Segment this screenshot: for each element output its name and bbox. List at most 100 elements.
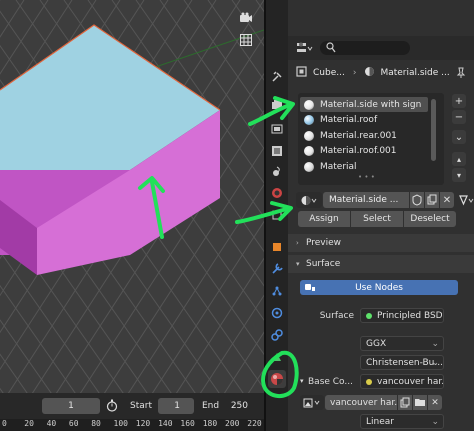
material-slot-label: Material.side with sign — [320, 99, 422, 110]
search-input[interactable] — [320, 41, 410, 55]
stopwatch-icon[interactable] — [106, 399, 118, 415]
distribution-dropdown[interactable]: GGX ⌄ — [360, 336, 444, 351]
interpolation-dropdown[interactable]: Linear ⌄ — [360, 414, 444, 429]
scene-tab-icon[interactable] — [268, 162, 286, 180]
unlink-image-button[interactable]: ✕ — [428, 395, 442, 410]
object-tab-icon[interactable] — [268, 238, 286, 256]
properties-tab-bar — [266, 0, 288, 431]
material-tab-icon[interactable] — [268, 370, 286, 388]
material-slot-item[interactable]: Material.side with sign — [300, 97, 428, 112]
modifier-tab-icon[interactable] — [268, 260, 286, 278]
base-color-value: vancouver har... — [377, 376, 444, 387]
color-socket-icon — [366, 378, 372, 385]
surface-section-header[interactable]: ▾ Surface — [288, 255, 474, 273]
view-layer-tab-icon[interactable] — [268, 142, 286, 160]
material-slot-item[interactable]: Material.roof.001 — [300, 144, 428, 159]
ruler-tick-label: 40 — [46, 419, 57, 428]
ruler-tick-label: 180 — [202, 419, 218, 428]
remove-slot-button[interactable]: − — [452, 110, 466, 124]
base-color-expand-icon[interactable]: ▾ — [300, 377, 304, 385]
breadcrumb-material: Material.side ... — [380, 68, 450, 78]
assign-button[interactable]: Assign — [298, 211, 350, 227]
ruler-tick-label: 160 — [180, 419, 195, 428]
distribution-value: GGX — [366, 338, 387, 349]
material-sphere-icon — [304, 161, 314, 172]
use-nodes-button[interactable]: Use Nodes — [300, 280, 458, 295]
ruler-tick-label: 20 — [24, 419, 34, 428]
open-image-folder-button[interactable] — [413, 395, 427, 410]
ruler-tick-label: 140 — [158, 419, 173, 428]
browse-material-button[interactable] — [296, 192, 322, 208]
3d-viewport[interactable]: 1 Start 1 End 250 0 20 40 60 80 100 120 140 160 1… — [0, 0, 264, 431]
list-resize-handle[interactable]: • • • — [358, 173, 375, 181]
frame-ruler[interactable]: 020406080100120140160180200220240 — [0, 419, 264, 431]
render-tab-icon[interactable] — [268, 96, 286, 114]
material-slot-item[interactable]: Material.rear.001 — [300, 128, 428, 143]
link-mode-icon[interactable] — [458, 192, 474, 208]
dropdown-arrow-icon: ⌄ — [431, 338, 439, 349]
preview-section-header[interactable]: › Preview — [288, 234, 474, 252]
preview-section-label: Preview — [306, 238, 342, 248]
material-sphere-icon — [304, 130, 314, 141]
dropdown-arrow-icon: ⌄ — [431, 416, 439, 427]
material-slot-list[interactable]: Material.side with sign Material.roof Mate… — [298, 93, 444, 185]
material-sphere-icon — [304, 99, 314, 110]
search-icon — [326, 42, 336, 56]
surface-shader-field[interactable]: Principled BSDF — [360, 308, 444, 323]
unlink-material-button[interactable]: ✕ — [440, 192, 454, 208]
move-slot-down-button[interactable]: ▾ — [452, 168, 466, 182]
duplicate-material-button[interactable] — [425, 192, 439, 208]
world-tab-icon[interactable] — [268, 184, 286, 202]
breadcrumb-separator: › — [352, 68, 357, 78]
expanded-arrow-icon: ▾ — [296, 260, 300, 268]
surface-section-label: Surface — [306, 259, 341, 269]
material-slot-item[interactable]: Material.roof — [300, 113, 428, 128]
properties-header — [288, 36, 474, 60]
data-tab-icon[interactable] — [268, 348, 286, 366]
material-slot-label: Material — [320, 161, 357, 172]
ruler-tick-label: 100 — [113, 419, 128, 428]
camera-icon[interactable] — [236, 8, 256, 28]
select-button[interactable]: Select — [351, 211, 403, 227]
breadcrumb: Cube... › Material.side ... — [288, 60, 474, 86]
add-slot-button[interactable]: + — [452, 94, 466, 108]
material-sphere-icon — [364, 66, 375, 80]
browse-image-button[interactable] — [300, 395, 324, 410]
material-slot-label: Material.roof.001 — [320, 146, 397, 156]
start-frame-field[interactable]: 1 — [158, 398, 194, 414]
dropdown-arrow-icon: ⌄ — [431, 357, 439, 368]
surface-label: Surface — [319, 311, 354, 321]
slot-specials-button[interactable]: ⌄ — [452, 130, 466, 144]
material-selector-row: Material.side ... ✕ — [296, 191, 474, 209]
viewport-scene — [0, 0, 264, 393]
surface-shader-value: Principled BSDF — [377, 310, 444, 321]
material-sphere-icon — [304, 146, 314, 156]
current-frame-field[interactable]: 1 — [42, 398, 100, 414]
material-slot-item[interactable]: Material — [300, 159, 428, 174]
editor-type-icon[interactable] — [296, 41, 314, 58]
material-name-field[interactable]: Material.side ... — [323, 192, 409, 208]
deselect-button[interactable]: Deselect — [404, 211, 456, 227]
duplicate-image-button[interactable] — [398, 395, 412, 410]
end-frame-field[interactable]: 250 — [222, 398, 262, 414]
collection-tab-icon[interactable] — [268, 206, 286, 224]
grid-icon[interactable] — [236, 30, 256, 50]
particles-tab-icon[interactable] — [268, 282, 286, 300]
move-slot-up-button[interactable]: ▴ — [452, 152, 466, 166]
output-tab-icon[interactable] — [268, 120, 286, 138]
ruler-tick-label: 80 — [91, 419, 101, 428]
ruler-tick-label: 60 — [68, 419, 79, 428]
slot-list-scrollbar[interactable] — [431, 99, 436, 161]
image-name-field[interactable]: vancouver har... — [325, 395, 397, 410]
base-color-input[interactable]: vancouver har... — [360, 374, 444, 389]
timeline-header: 1 Start 1 End 250 0 20 40 60 80 100 120 140 160 1… — [0, 393, 264, 431]
use-nodes-label: Use Nodes — [355, 282, 403, 293]
base-color-label: Base Co... — [308, 377, 353, 387]
node-tree-icon — [304, 282, 316, 296]
tool-tab-icon[interactable] — [268, 68, 286, 86]
subsurface-method-dropdown[interactable]: Christensen-Bu... ⌄ — [360, 355, 444, 370]
constraints-tab-icon[interactable] — [268, 326, 286, 344]
fake-user-button[interactable] — [410, 192, 424, 208]
pin-icon[interactable] — [456, 67, 466, 82]
physics-tab-icon[interactable] — [268, 304, 286, 322]
